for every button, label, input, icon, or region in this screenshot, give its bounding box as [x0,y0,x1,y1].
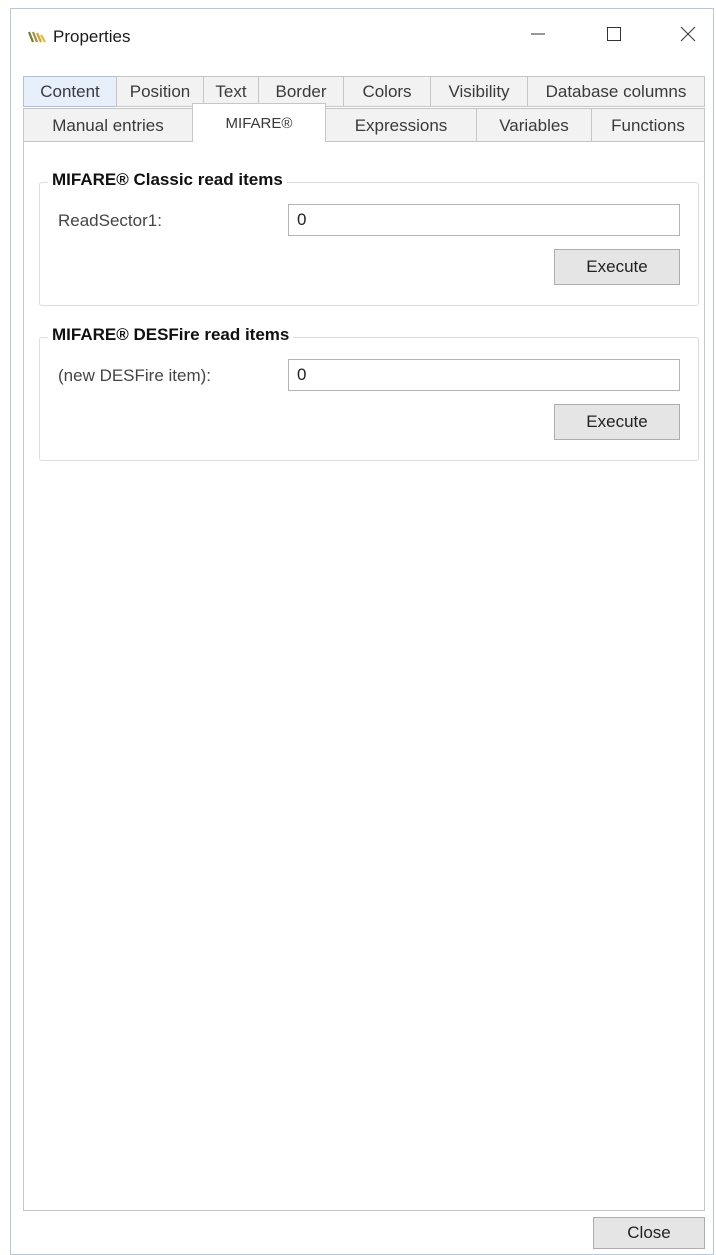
properties-window: Properties Content Position Text Border … [10,8,714,1255]
tab-colors[interactable]: Colors [343,76,431,107]
tab-functions[interactable]: Functions [591,108,705,142]
window-title: Properties [53,27,131,46]
classic-group-title: MIFARE® Classic read items [48,170,287,190]
desfire-item-label: (new DESFire item): [58,366,212,385]
tab-manual-entries[interactable]: Manual entries [23,108,193,142]
maximize-button[interactable] [589,13,639,59]
classic-read-items-group: MIFARE® Classic read items ReadSector1: … [39,170,699,306]
tab-content[interactable]: Content [23,76,117,107]
maximize-icon [606,26,622,47]
tab-strip: Content Position Text Border Colors Visi… [23,76,705,142]
read-sector-label: ReadSector1: [58,211,162,230]
tab-visibility[interactable]: Visibility [430,76,528,107]
close-button[interactable]: Close [593,1217,705,1249]
tab-database-columns[interactable]: Database columns [527,76,705,107]
tab-mifare[interactable]: MIFARE® [192,103,326,142]
desfire-execute-button[interactable]: Execute [554,404,680,440]
tab-position[interactable]: Position [116,76,204,107]
classic-execute-button[interactable]: Execute [554,249,680,285]
close-icon [680,26,696,47]
app-logo-icon [27,29,49,45]
minimize-button[interactable] [513,13,563,59]
desfire-item-input[interactable]: 0 [288,359,680,391]
close-window-button[interactable] [663,13,713,59]
read-sector-input[interactable]: 0 [288,204,680,236]
desfire-read-items-group: MIFARE® DESFire read items (new DESFire … [39,325,699,461]
minimize-icon [530,26,546,47]
tab-expressions[interactable]: Expressions [325,108,477,142]
title-bar[interactable]: Properties [11,9,713,63]
tab-panel-mifare: MIFARE® Classic read items ReadSector1: … [23,141,705,1211]
desfire-group-title: MIFARE® DESFire read items [48,325,294,345]
tab-variables[interactable]: Variables [476,108,592,142]
